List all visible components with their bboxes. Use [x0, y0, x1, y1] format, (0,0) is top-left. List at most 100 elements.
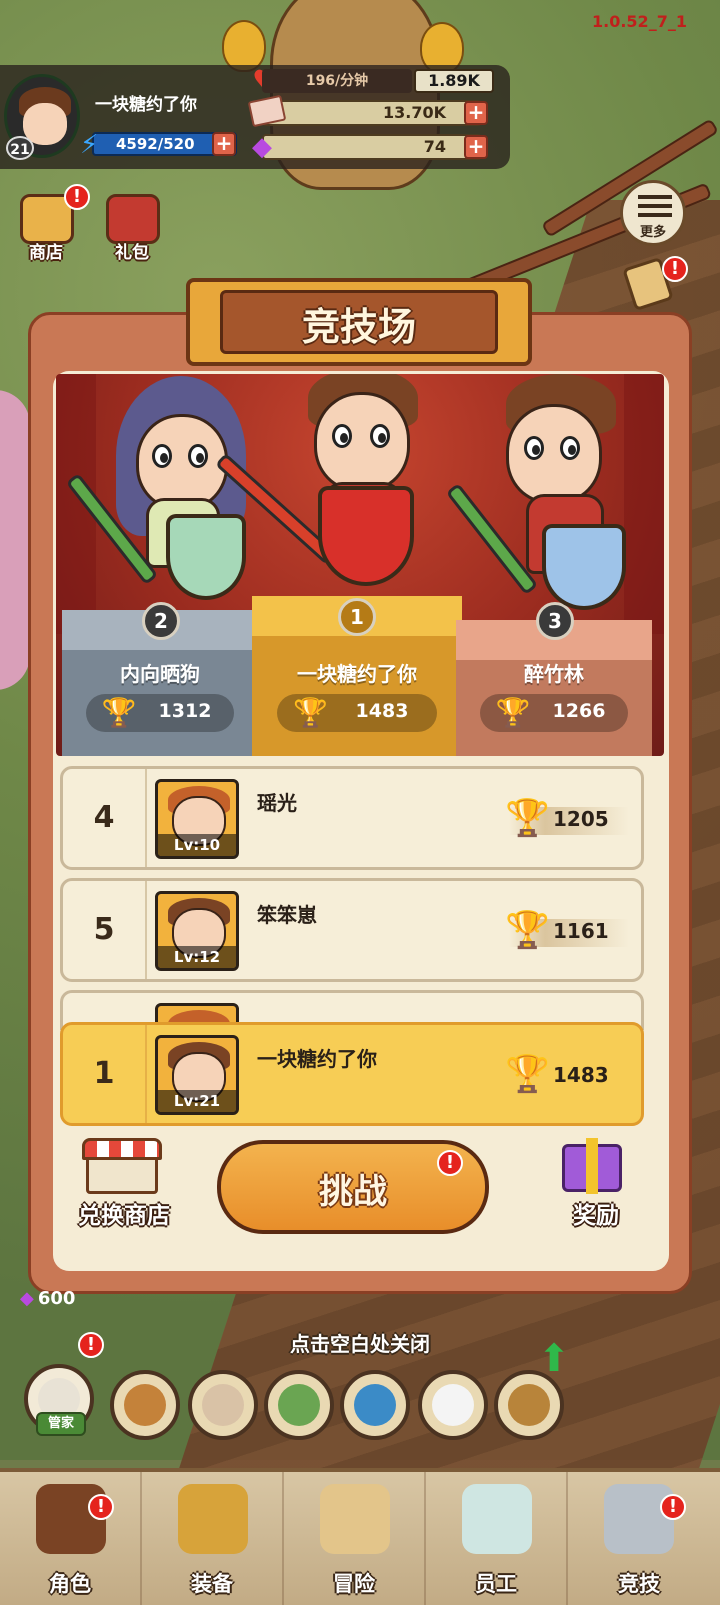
row-name: 笨笨崽: [257, 903, 317, 927]
challenge-button[interactable]: 挑战 !: [217, 1140, 489, 1234]
menu-icon: [638, 195, 672, 221]
energy-value: 4592/520: [116, 135, 195, 153]
player-name: 一块糖约了你: [95, 95, 197, 115]
character-second-place: [65, 374, 266, 614]
cash-bar: 13.70K: [262, 100, 482, 126]
nav-label: 竞技: [618, 1572, 660, 1596]
podium-first[interactable]: 1 一块糖约了你 🏆 1483: [252, 596, 462, 756]
more-button[interactable]: 更多: [620, 180, 686, 246]
gem-bar: 74: [262, 134, 482, 160]
shop-alert-badge: !: [64, 184, 90, 210]
ranking-row[interactable]: 4 Lv:10 瑶光 🏆 1205: [60, 766, 644, 870]
close-hint[interactable]: 点击空白处关闭: [0, 1328, 720, 1357]
staff-avatar[interactable]: [110, 1370, 180, 1440]
energy-plus-button[interactable]: +: [212, 132, 236, 156]
trophy-icon: 🏆: [293, 696, 329, 729]
floor-gem-count: ◆ 600: [20, 1288, 76, 1309]
butler-alert-badge: !: [78, 1332, 104, 1358]
exchange-shop-button[interactable]: 兑换商店: [66, 1138, 182, 1230]
row-avatar: Lv:12: [155, 891, 239, 971]
more-label: 更多: [639, 225, 666, 240]
shop-button[interactable]: 商店 !: [10, 184, 90, 270]
trophy-icon: 🏆: [495, 696, 531, 729]
row-level: Lv:10: [158, 834, 236, 856]
character-first-place: [214, 374, 448, 614]
my-rank: 1: [63, 1025, 147, 1123]
podium-score-value: 1483: [355, 700, 409, 722]
nav-label: 冒险: [333, 1572, 375, 1596]
trophy-icon: 🏆: [505, 1054, 550, 1095]
rate-per-minute: 196/分钟: [262, 69, 412, 93]
nav-equipment[interactable]: 装备: [142, 1472, 284, 1605]
reward-button[interactable]: 奖励: [548, 1138, 644, 1230]
podium-name: 一块糖约了你: [297, 662, 417, 686]
trophy-icon: 🏆: [101, 696, 137, 729]
scroll-alert-badge: !: [662, 256, 688, 282]
my-level: Lv:21: [158, 1090, 236, 1112]
gift-pack-button[interactable]: 礼包: [96, 190, 168, 270]
nav-alert-badge: !: [660, 1494, 686, 1520]
cash-value: 13.70K: [382, 103, 446, 122]
gem-icon: ◆: [252, 132, 272, 162]
podium-stage: 2 内向晒狗 🏆 1312 1 一块糖约了你 🏆 1483 3 醉竹林 🏆 12…: [56, 374, 664, 756]
trophy-icon: 🏆: [505, 798, 550, 839]
gem-icon: ◆: [20, 1288, 34, 1309]
sword-icon: [445, 482, 539, 596]
butler-tag: 管家: [36, 1412, 86, 1436]
podium-score-value: 1312: [158, 700, 212, 722]
row-rank: 5: [63, 881, 147, 979]
map-scroll-icon: [320, 1484, 390, 1554]
arena-title: 竞技场: [301, 305, 416, 349]
gem-value: 74: [423, 137, 446, 156]
fan-avatar[interactable]: [494, 1370, 564, 1440]
row-score: 1161: [553, 919, 609, 943]
shop-label: 商店: [29, 243, 63, 263]
row-score: 1205: [553, 807, 609, 831]
ranking-row[interactable]: 5 Lv:12 笨笨崽 🏆 1161: [60, 878, 644, 982]
vehicle-avatar[interactable]: [264, 1370, 334, 1440]
reward-label: 奖励: [573, 1203, 619, 1229]
exchange-shop-label: 兑换商店: [78, 1203, 170, 1229]
rate-total: 1.89K: [414, 69, 494, 93]
armor-icon: [178, 1484, 248, 1554]
shield-icon: [318, 486, 414, 586]
nav-alert-badge: !: [88, 1494, 114, 1520]
podium-name: 醉竹林: [524, 662, 584, 686]
nav-arena[interactable]: ! 竞技: [568, 1472, 710, 1605]
staff-avatar[interactable]: [188, 1370, 258, 1440]
character-third-place: [445, 374, 646, 634]
row-level: Lv:12: [158, 946, 236, 968]
my-name: 一块糖约了你: [257, 1047, 377, 1071]
arena-title-plaque: 竞技场: [186, 278, 532, 366]
staff-icon: [462, 1484, 532, 1554]
cash-plus-button[interactable]: +: [464, 101, 488, 125]
my-avatar: Lv:21: [155, 1035, 239, 1115]
glove-avatar[interactable]: [418, 1370, 488, 1440]
trophy-icon: 🏆: [505, 910, 550, 951]
lightning-icon: ⚡: [80, 130, 99, 160]
row-avatar: Lv:10: [155, 779, 239, 859]
challenge-alert-badge: !: [437, 1150, 463, 1176]
row-rank: 4: [63, 769, 147, 867]
podium-score-value: 1266: [552, 700, 606, 722]
crossed-swords-icon: [604, 1484, 674, 1554]
gift-icon: [106, 194, 160, 244]
podium-name: 内向晒狗: [120, 662, 200, 686]
podium-score: 🏆 1312: [85, 694, 235, 732]
rug-avatar[interactable]: [340, 1370, 410, 1440]
podium-third[interactable]: 3 醉竹林 🏆 1266: [456, 602, 652, 756]
podium-score: 🏆 1483: [277, 694, 437, 732]
shield-icon: [542, 524, 626, 610]
nav-character[interactable]: ! 角色: [0, 1472, 142, 1605]
nav-staff[interactable]: 员工: [426, 1472, 568, 1605]
gem-plus-button[interactable]: +: [464, 135, 488, 159]
nav-label: 员工: [475, 1572, 517, 1596]
my-score: 1483: [553, 1063, 609, 1087]
nav-adventure[interactable]: 冒险: [284, 1472, 426, 1605]
row-name: 瑶光: [257, 791, 297, 815]
podium-second[interactable]: 2 内向晒狗 🏆 1312: [62, 602, 258, 756]
sakura-tree: [0, 390, 30, 690]
my-ranking-row[interactable]: 1 Lv:21 一块糖约了你 🏆 1483: [60, 1022, 644, 1126]
nav-label: 角色: [49, 1572, 91, 1596]
podium-score: 🏆 1266: [479, 694, 629, 732]
